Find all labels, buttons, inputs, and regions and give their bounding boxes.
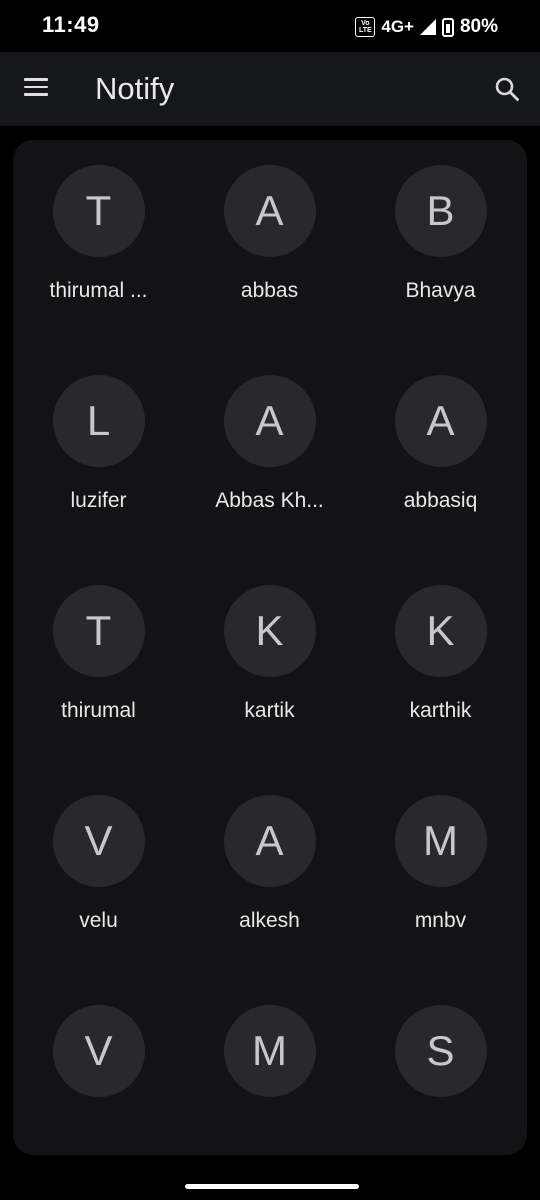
contact-tile[interactable]: Vvelu — [13, 770, 184, 980]
contact-avatar: L — [52, 375, 145, 467]
contact-name: abbasiq — [403, 489, 478, 512]
contact-name: luzifer — [70, 489, 127, 512]
contact-tile[interactable]: B Bhavya — [355, 140, 526, 350]
gesture-navigation-handle[interactable] — [185, 1184, 359, 1189]
battery-percent: 80% — [459, 16, 498, 37]
contacts-card: Tthirumal ... Aabbas B Bhavya Lluzifer A Abbas… — [13, 140, 527, 1155]
contact-tile[interactable]: A Abbas Kh... — [184, 350, 355, 560]
network-type: 4G+ — [381, 17, 414, 36]
contact-avatar: A — [223, 375, 316, 467]
contact-name: velu — [79, 909, 118, 932]
contact-avatar: K — [223, 585, 316, 677]
contact-avatar: A — [394, 375, 487, 467]
contact-tile[interactable]: Lluzifer — [13, 350, 184, 560]
contact-avatar: M — [394, 795, 487, 887]
contact-name: abbas — [240, 279, 299, 302]
contact-name: kartik — [244, 699, 295, 722]
contact-name: mnbv — [414, 909, 467, 932]
app-title: Notify — [95, 71, 175, 106]
contact-avatar: M — [223, 1005, 316, 1097]
contact-name: Abbas Kh... — [215, 489, 324, 512]
contact-avatar: T — [52, 165, 145, 257]
contact-avatar: V — [52, 1005, 145, 1097]
status-time: 11:49 — [42, 12, 100, 37]
contact-avatar: A — [223, 165, 316, 257]
contact-name: thirumal — [61, 699, 136, 722]
contact-name: thirumal ... — [49, 279, 148, 302]
contacts-grid: Tthirumal ... Aabbas B Bhavya Lluzifer A Abbas… — [13, 140, 527, 1155]
signal-icon — [419, 19, 436, 35]
contact-name: alkesh — [239, 909, 300, 932]
contact-tile[interactable]: Aabbasiq — [355, 350, 526, 560]
hamburger-menu-icon[interactable] — [24, 78, 48, 98]
contact-name: Bhavya — [405, 279, 476, 302]
contact-avatar: S — [394, 1005, 487, 1097]
contact-avatar: V — [52, 795, 145, 887]
contact-name: karthik — [409, 699, 472, 722]
contact-tile[interactable]: Aalkesh — [184, 770, 355, 980]
status-bar: 11:49 Vo LTE 4G+ 80% — [0, 0, 540, 52]
contact-tile[interactable]: M — [184, 980, 355, 1155]
volte-icon: Vo LTE — [355, 17, 376, 37]
contact-tile[interactable]: Kkarthik — [355, 560, 526, 770]
search-icon[interactable] — [494, 76, 520, 102]
contact-tile[interactable]: V — [13, 980, 184, 1155]
contact-avatar: A — [223, 795, 316, 887]
contact-avatar: B — [394, 165, 487, 257]
app-bar: Notify — [0, 52, 540, 126]
status-icons: Vo LTE 4G+ 80% — [355, 14, 498, 40]
contact-avatar: K — [394, 585, 487, 677]
contact-tile[interactable]: Mmnbv — [355, 770, 526, 980]
contact-tile[interactable]: Tthirumal — [13, 560, 184, 770]
contact-tile[interactable]: Kkartik — [184, 560, 355, 770]
contact-avatar: T — [52, 585, 145, 677]
contact-tile[interactable]: Tthirumal ... — [13, 140, 184, 350]
battery-icon — [441, 17, 454, 37]
contact-tile[interactable]: S — [355, 980, 526, 1155]
contact-tile[interactable]: Aabbas — [184, 140, 355, 350]
